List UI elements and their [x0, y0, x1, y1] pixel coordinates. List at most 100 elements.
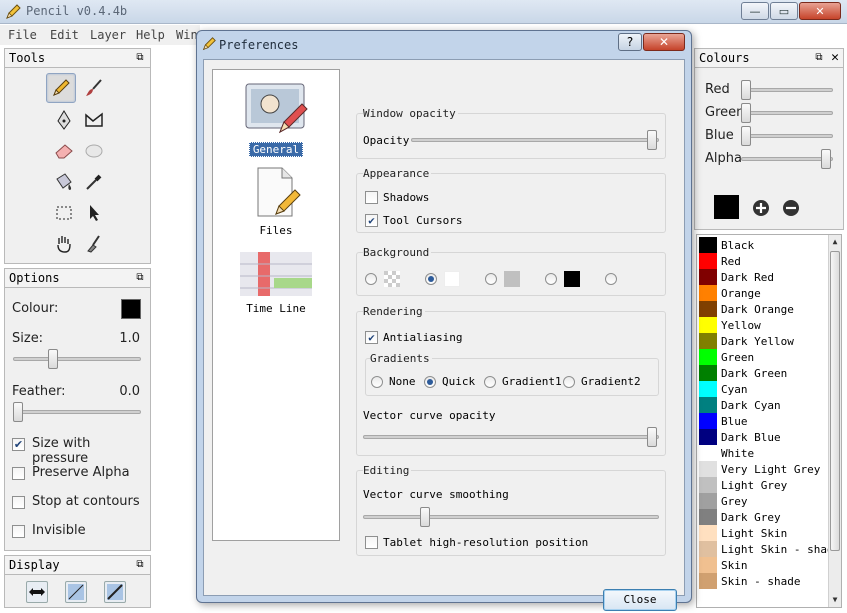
maximize-button[interactable]: ▭: [770, 2, 798, 20]
slider-handle[interactable]: [821, 149, 831, 169]
current-colour-swatch[interactable]: [714, 195, 739, 219]
menu-layer[interactable]: Layer: [90, 28, 126, 42]
flip-horizontal-button[interactable]: [26, 581, 48, 603]
colour-item[interactable]: Dark Blue: [698, 429, 826, 445]
outlines-button[interactable]: [65, 581, 87, 603]
pencil-tool-button[interactable]: [46, 73, 76, 103]
colour-palette-list[interactable]: Skin - shade Skin Light Skin - shade Light …: [696, 234, 842, 608]
scroll-thumb[interactable]: [830, 251, 840, 551]
move-tool-button[interactable]: [79, 198, 109, 228]
help-button[interactable]: ?: [618, 33, 642, 51]
gradient-quick-radio[interactable]: [424, 376, 436, 388]
float-icon[interactable]: ⧉: [134, 559, 146, 571]
scroll-up-icon[interactable]: ▲: [829, 236, 841, 248]
colour-item[interactable]: Dark Red: [698, 269, 826, 285]
float-icon[interactable]: ⧉: [134, 52, 146, 64]
gradient-none-radio[interactable]: [371, 376, 383, 388]
slider-handle[interactable]: [647, 427, 657, 447]
close-window-button[interactable]: ✕: [799, 2, 841, 20]
palette-scrollbar[interactable]: ▲ ▼: [828, 235, 841, 607]
page-time-line[interactable]: Time Line: [213, 250, 339, 315]
colour-item[interactable]: Red: [698, 253, 826, 269]
clear-tool-button[interactable]: [79, 229, 109, 259]
close-button[interactable]: Close: [603, 589, 677, 611]
close-panel-icon[interactable]: ✕: [831, 50, 839, 65]
colour-item[interactable]: Very Light Grey: [698, 461, 826, 477]
slider-handle[interactable]: [741, 80, 751, 100]
colour-item[interactable]: White: [698, 445, 826, 461]
size-with-pressure-checkbox[interactable]: ✔: [12, 438, 25, 451]
gradient-2-radio[interactable]: [563, 376, 575, 388]
alpha-slider[interactable]: [741, 149, 833, 169]
background-white-radio[interactable]: [425, 273, 437, 285]
menu-file[interactable]: File: [8, 28, 37, 42]
colour-item[interactable]: Orange: [698, 285, 826, 301]
red-slider[interactable]: [741, 80, 833, 100]
shadows-checkbox[interactable]: [365, 191, 378, 204]
background-black-radio[interactable]: [545, 273, 557, 285]
colour-item[interactable]: Dark Cyan: [698, 397, 826, 413]
colour-item[interactable]: Black: [698, 237, 826, 253]
colour-item[interactable]: Dark Grey: [698, 509, 826, 525]
slider-handle[interactable]: [647, 130, 657, 150]
gradient-1-radio[interactable]: [484, 376, 496, 388]
float-icon[interactable]: ⧉: [813, 52, 825, 64]
blue-slider[interactable]: [741, 126, 833, 146]
eyedropper-tool-button[interactable]: [79, 167, 109, 197]
tool-cursors-checkbox[interactable]: ✔: [365, 214, 378, 227]
colour-swatch[interactable]: [121, 299, 141, 319]
slider-handle[interactable]: [741, 126, 751, 146]
menu-help[interactable]: Help: [136, 28, 165, 42]
colour-item[interactable]: Dark Orange: [698, 301, 826, 317]
page-general[interactable]: General: [213, 82, 339, 157]
pen-tool-button[interactable]: [49, 105, 79, 135]
invisible-checkbox[interactable]: [12, 525, 25, 538]
close-dialog-button[interactable]: ✕: [643, 33, 685, 51]
remove-colour-icon[interactable]: [782, 199, 800, 217]
select-tool-button[interactable]: [49, 198, 79, 228]
smudge-tool-button[interactable]: [79, 136, 109, 166]
green-slider[interactable]: [741, 103, 833, 123]
colour-item[interactable]: Dark Green: [698, 365, 826, 381]
bucket-tool-button[interactable]: [49, 167, 79, 197]
colour-item[interactable]: Blue: [698, 413, 826, 429]
antialiasing-checkbox[interactable]: ✔: [365, 331, 378, 344]
brush-tool-button[interactable]: [79, 73, 109, 103]
menu-edit[interactable]: Edit: [50, 28, 79, 42]
hand-tool-button[interactable]: [49, 229, 79, 259]
stop-at-contours-checkbox[interactable]: [12, 496, 25, 509]
colour-item[interactable]: Skin - shade: [698, 573, 826, 589]
colour-item[interactable]: Green: [698, 349, 826, 365]
thin-lines-button[interactable]: [104, 581, 126, 603]
minimize-button[interactable]: —: [741, 2, 769, 20]
colour-item[interactable]: Light Skin - shade: [698, 541, 840, 557]
background-dots-radio[interactable]: [605, 273, 617, 285]
tablet-highres-checkbox[interactable]: [365, 536, 378, 549]
colour-item[interactable]: Yellow: [698, 317, 826, 333]
size-slider[interactable]: [13, 349, 141, 369]
background-checkerboard-radio[interactable]: [365, 273, 377, 285]
preserve-alpha-checkbox[interactable]: [12, 467, 25, 480]
vector-smoothing-slider[interactable]: [363, 507, 659, 527]
add-colour-icon[interactable]: [752, 199, 770, 217]
colour-item[interactable]: Light Grey: [698, 477, 826, 493]
slider-handle[interactable]: [13, 402, 23, 422]
feather-slider[interactable]: [13, 402, 141, 422]
background-grey-radio[interactable]: [485, 273, 497, 285]
slider-handle[interactable]: [741, 103, 751, 123]
slider-handle[interactable]: [48, 349, 58, 369]
page-files[interactable]: Files: [213, 166, 339, 237]
colour-item[interactable]: Cyan: [698, 381, 826, 397]
colour-item[interactable]: Grey: [698, 493, 826, 509]
float-icon[interactable]: ⧉: [134, 272, 146, 284]
colour-item[interactable]: Dark Yellow: [698, 333, 826, 349]
polyline-tool-button[interactable]: [79, 105, 109, 135]
colour-item[interactable]: Skin: [698, 557, 826, 573]
eraser-tool-button[interactable]: [49, 136, 79, 166]
colour-item[interactable]: Light Skin: [698, 525, 826, 541]
vector-opacity-slider[interactable]: [363, 427, 659, 447]
menu-window[interactable]: Win: [176, 28, 198, 42]
window-opacity-slider[interactable]: [411, 130, 659, 150]
scroll-down-icon[interactable]: ▼: [829, 594, 841, 606]
slider-handle[interactable]: [420, 507, 430, 527]
